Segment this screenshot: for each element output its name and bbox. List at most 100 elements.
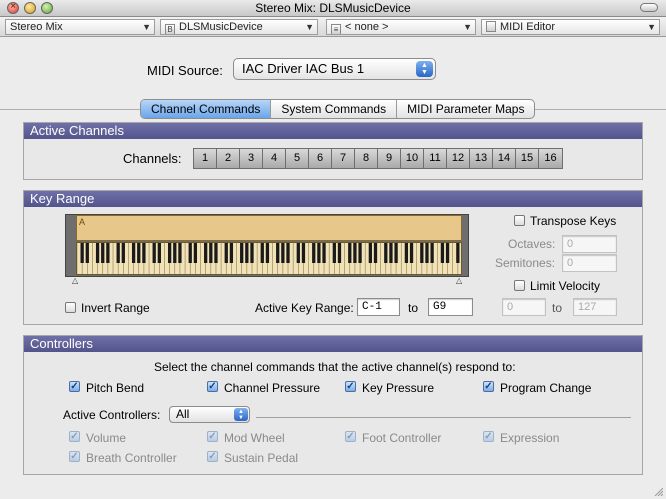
toolbar-toggle-button[interactable] <box>640 3 658 12</box>
black-key <box>337 243 342 263</box>
black-key <box>368 243 372 263</box>
black-key <box>265 243 270 263</box>
channel-button[interactable]: 8 <box>355 149 378 168</box>
black-key <box>209 243 213 263</box>
active-controllers-value: All <box>176 407 190 421</box>
black-key <box>193 243 198 263</box>
black-key <box>214 243 218 263</box>
channel-button[interactable]: 16 <box>539 149 562 168</box>
pitch-bend-label: Pitch Bend <box>86 381 145 395</box>
piano-keyboard[interactable] <box>76 242 462 275</box>
black-key <box>188 243 192 263</box>
octaves-label: Octaves: <box>508 237 556 251</box>
pitch-bend-checkbox[interactable]: ✓ <box>69 381 80 392</box>
source-select[interactable]: Stereo Mix ▼ <box>5 19 155 35</box>
black-key <box>80 243 84 263</box>
channel-button[interactable]: 7 <box>332 149 355 168</box>
midi-source-label: MIDI Source: <box>147 63 223 78</box>
midi-source-value: IAC Driver IAC Bus 1 <box>242 61 365 76</box>
expression-checkbox[interactable]: ✓ <box>483 431 494 442</box>
key-pressure-checkbox[interactable]: ✓ <box>345 381 356 392</box>
key-range-to-label: to <box>408 301 419 315</box>
device-select[interactable]: B DLSMusicDevice ▼ <box>160 19 318 35</box>
source-select-value: Stereo Mix <box>10 21 63 33</box>
key-pressure-label: Key Pressure <box>362 381 435 395</box>
piano-keys-graphic <box>77 243 460 274</box>
program-change-checkbox[interactable]: ✓ <box>483 381 494 392</box>
channel-button[interactable]: 5 <box>286 149 309 168</box>
range-start-handle-icon[interactable]: △ <box>72 276 78 285</box>
black-key <box>137 243 141 263</box>
black-key <box>389 243 393 263</box>
black-key <box>85 243 89 263</box>
foot-controller-checkbox[interactable]: ✓ <box>345 431 356 442</box>
key-range-to-field[interactable]: G9 <box>428 298 473 316</box>
resize-grip-icon[interactable] <box>653 486 663 496</box>
keyboard-range-editor[interactable]: A <box>65 214 469 277</box>
key-range-heading: Key Range <box>24 191 642 207</box>
key-range-bar-label: A <box>79 217 86 227</box>
bypass-icon: B <box>165 24 175 34</box>
channel-pressure-checkbox[interactable]: ✓ <box>207 381 218 392</box>
semitones-field[interactable]: 0 <box>562 254 617 272</box>
transpose-keys-checkbox[interactable] <box>514 215 525 226</box>
title-bar: × Stereo Mix: DLSMusicDevice <box>0 0 666 17</box>
black-key <box>157 243 161 263</box>
black-key <box>167 243 172 263</box>
black-key <box>353 243 357 263</box>
black-key <box>95 243 100 263</box>
channel-button[interactable]: 10 <box>401 149 424 168</box>
black-key <box>276 243 280 263</box>
velocity-to-field[interactable]: 127 <box>573 298 617 316</box>
mod-wheel-checkbox[interactable]: ✓ <box>207 431 218 442</box>
tab-midi-parameter-maps[interactable]: MIDI Parameter Maps <box>397 100 534 118</box>
channel-button[interactable]: 6 <box>309 149 332 168</box>
mod-wheel-label: Mod Wheel <box>224 431 285 445</box>
channel-button[interactable]: 11 <box>424 149 447 168</box>
tab-bar: Channel Commands System Commands MIDI Pa… <box>140 99 536 119</box>
channel-pressure-label: Channel Pressure <box>224 381 321 395</box>
invert-range-label: Invert Range <box>81 301 150 315</box>
channel-button[interactable]: 15 <box>516 149 539 168</box>
midi-source-select[interactable]: IAC Driver IAC Bus 1 ▲ ▼ <box>233 58 436 80</box>
active-controllers-select[interactable]: All ▲ ▼ <box>169 406 250 423</box>
key-range-bar[interactable]: A <box>76 215 462 241</box>
preset-select-value: < none > <box>345 21 389 33</box>
octaves-field[interactable]: 0 <box>562 235 617 253</box>
black-key <box>101 243 105 263</box>
sustain-pedal-checkbox[interactable]: ✓ <box>207 451 218 462</box>
black-key <box>332 243 336 263</box>
channel-button[interactable]: 9 <box>378 149 401 168</box>
channel-button[interactable]: 12 <box>447 149 470 168</box>
tab-system-commands[interactable]: System Commands <box>271 100 398 118</box>
preset-select[interactable]: ≡ < none > ▼ <box>326 19 476 35</box>
channel-button[interactable]: 13 <box>470 149 493 168</box>
black-key <box>312 243 316 263</box>
breath-controller-checkbox[interactable]: ✓ <box>69 451 80 462</box>
black-key <box>456 243 460 263</box>
key-range-from-field[interactable]: C-1 <box>357 298 400 316</box>
channel-button[interactable]: 2 <box>217 149 240 168</box>
channel-button[interactable]: 1 <box>194 149 217 168</box>
updown-arrows-icon: ▲ ▼ <box>234 408 248 421</box>
invert-range-checkbox[interactable] <box>65 302 76 313</box>
channel-button[interactable]: 14 <box>493 149 516 168</box>
chevron-down-icon: ▼ <box>305 22 314 32</box>
channel-button[interactable]: 4 <box>263 149 286 168</box>
limit-velocity-checkbox[interactable] <box>514 280 525 291</box>
black-key <box>317 243 321 263</box>
black-key <box>224 243 228 263</box>
editor-select[interactable]: MIDI Editor ▼ <box>481 19 660 35</box>
black-key <box>296 243 300 263</box>
channel-button[interactable]: 3 <box>240 149 263 168</box>
breath-controller-label: Breath Controller <box>86 451 177 465</box>
black-key <box>245 243 249 263</box>
chevron-down-icon: ▼ <box>647 22 656 32</box>
editor-select-value: MIDI Editor <box>500 21 556 33</box>
volume-checkbox[interactable]: ✓ <box>69 431 80 442</box>
black-key <box>425 243 429 263</box>
range-end-handle-icon[interactable]: △ <box>456 276 462 285</box>
tab-channel-commands[interactable]: Channel Commands <box>141 100 272 118</box>
velocity-from-field[interactable]: 0 <box>502 298 546 316</box>
editor-window-icon <box>486 21 496 32</box>
